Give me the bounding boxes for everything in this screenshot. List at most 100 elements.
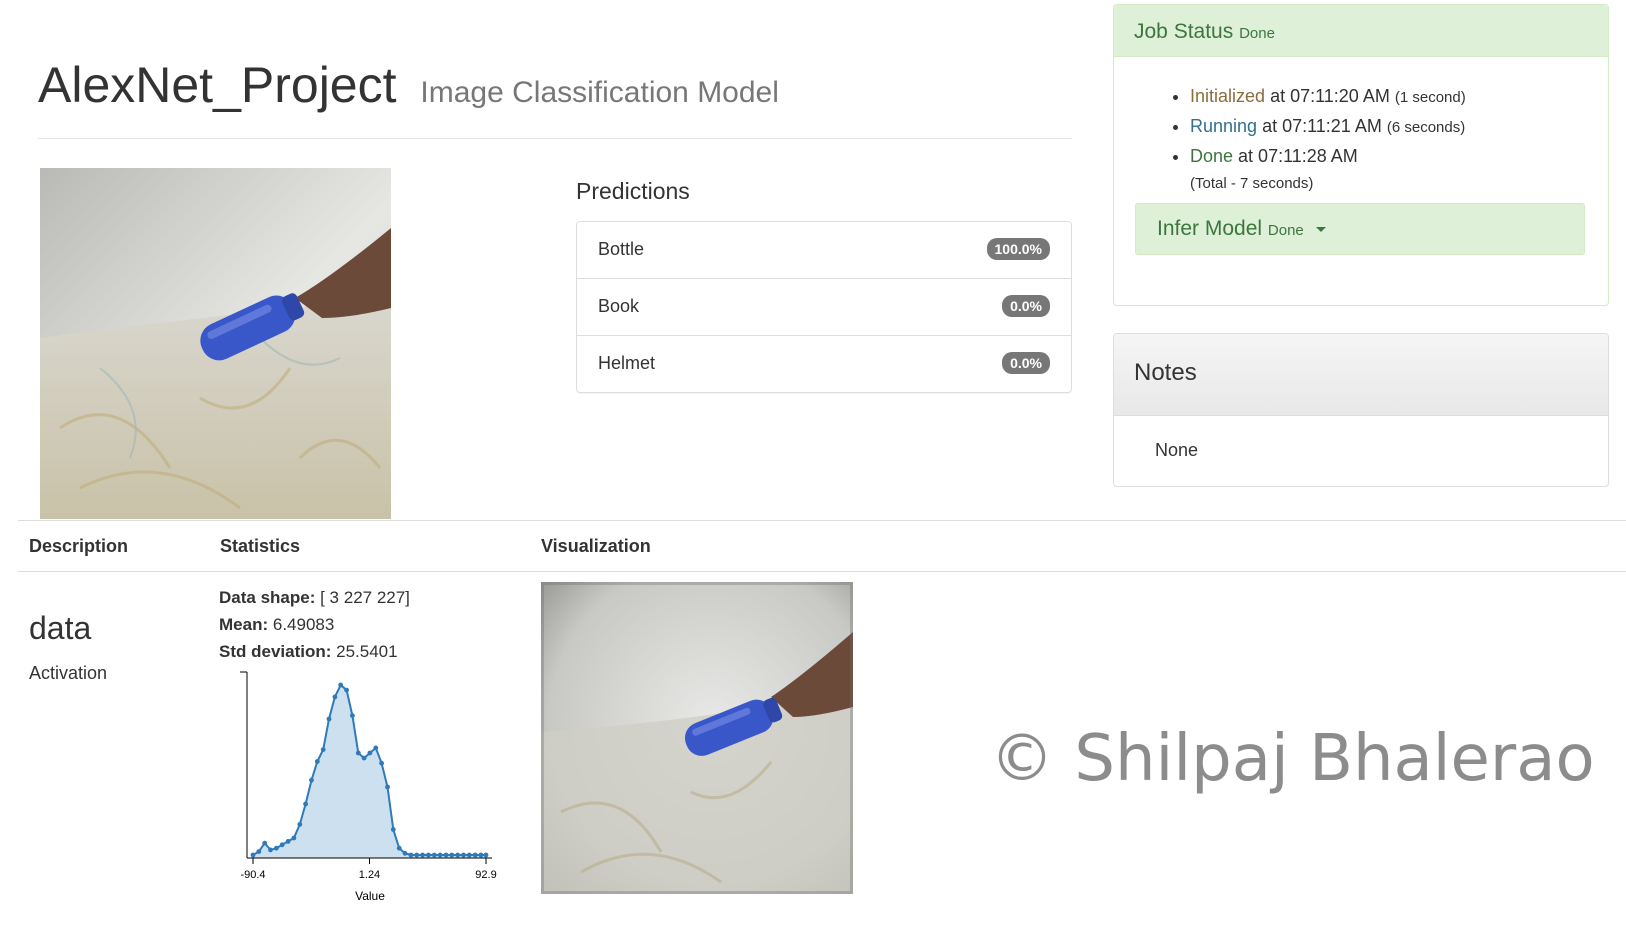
histogram-point [268,847,273,853]
histogram-point [320,747,326,752]
prediction-item: Book 0.0% [577,278,1071,335]
status-duration: (1 second) [1394,89,1466,106]
prediction-label: Bottle [598,239,645,259]
histogram-point [367,750,373,756]
status-total: (Total - 7 seconds) [1190,175,1314,192]
histogram-point [483,852,489,858]
histogram-point [466,852,472,858]
notes-title: Notes [1114,334,1608,416]
histogram-point [309,777,314,783]
prediction-badge: 0.0% [1002,295,1050,317]
histogram-point [402,850,408,856]
status-duration: (6 seconds) [1386,119,1466,136]
histogram-point [385,784,390,790]
status-event: Running at 07:11:21 AM (6 seconds) [1190,115,1466,139]
visualization-image [541,582,853,894]
histogram-point [332,694,338,700]
histogram-area [253,685,486,858]
prediction-label: Book [598,296,640,316]
histogram-point [361,755,367,761]
infer-model-state: Done [1267,222,1304,239]
prediction-item: Helmet 0.0% [577,335,1071,392]
histogram-point [443,852,449,858]
header-divider [38,138,1072,139]
histogram-point [414,852,420,858]
histogram-point [390,827,396,832]
x-axis-label: Value [355,889,385,903]
histogram-point [314,759,320,764]
histogram-point [420,852,425,858]
histogram-point [285,839,291,844]
histogram-point [344,687,349,693]
histogram-point [461,852,466,858]
stat-std-deviation: Std deviation: 25.5401 [219,642,398,662]
histogram-point [373,745,379,751]
histogram-point [256,849,262,854]
histogram-point [408,852,414,858]
status-timeline: Initialized at 07:11:20 AM (1 second) Ru… [1190,85,1466,201]
status-event: Done at 07:11:28 AM [1190,145,1466,167]
stat-label: Std deviation: [219,642,332,661]
infer-model-button[interactable]: Infer Model Done [1135,203,1585,255]
histogram-point [379,760,384,766]
stat-mean: Mean: 6.49083 [219,615,334,635]
layer-type: Activation [29,663,108,683]
input-image [40,168,391,519]
page-title: AlexNet_Project Image Classification Mod… [38,56,779,114]
histogram-point [297,822,303,827]
caret-down-icon [1315,226,1326,232]
histogram-point [396,845,402,851]
prediction-label: Helmet [598,353,656,373]
histogram-point [291,835,297,841]
job-status-header: Job Status Done [1114,5,1608,57]
stat-value: [ 3 227 227] [320,588,410,607]
status-event: Initialized at 07:11:20 AM (1 second) [1190,85,1466,109]
histogram-point [355,750,361,756]
prediction-badge: 0.0% [1002,352,1050,374]
x-tick-label: -90.4 [240,869,265,881]
stat-value: 6.49083 [272,615,335,634]
activation-histogram: -90.4 1.24 92.9 Value [240,671,497,903]
histogram-point [279,842,285,848]
histogram-point [326,716,332,722]
stat-label: Mean: [219,615,269,634]
histogram-point [455,852,461,858]
prediction-item: Bottle 100.0% [577,222,1071,278]
notes-panel: Notes None [1113,333,1609,487]
project-name: AlexNet_Project [38,57,397,113]
status-time: at 07:11:28 AM [1238,146,1358,166]
column-header-description: Description [29,536,129,556]
histogram-point [274,845,279,851]
histogram-point [437,852,443,858]
histogram-point [262,840,268,846]
job-status-panel: Job Status Done Initialized at 07:11:20 … [1113,4,1609,306]
infer-model-label: Infer Model [1157,217,1263,240]
status-name: Initialized [1190,86,1266,106]
column-header-visualization: Visualization [541,536,651,556]
notes-body: None [1155,440,1199,460]
prediction-badge: 100.0% [986,238,1050,260]
predictions-heading: Predictions [576,178,690,204]
stat-data-shape: Data shape: [ 3 227 227] [219,588,410,608]
status-time: at 07:11:21 AM [1262,116,1382,136]
predictions-list: Bottle 100.0% Book 0.0% Helmet 0.0% [576,221,1072,393]
histogram-point [478,852,484,858]
status-name: Running [1190,116,1258,136]
layer-name: data [29,610,92,646]
histogram-point [250,852,256,858]
x-tick-label: 92.9 [475,869,496,881]
stat-value: 25.5401 [336,642,398,661]
table-top-border [18,520,1626,521]
model-type: Image Classification Model [420,76,779,109]
job-status-title: Job Status [1134,20,1234,43]
status-time: at 07:11:20 AM [1270,86,1390,106]
histogram-point [350,713,355,718]
x-tick-label: 1.24 [359,869,380,881]
histogram-point [303,801,308,807]
table-header-border [18,571,1626,572]
job-status-state: Done [1239,25,1275,42]
histogram-point [426,852,431,858]
status-name: Done [1190,146,1234,166]
histogram-point [472,852,478,858]
histogram-point [431,852,437,858]
